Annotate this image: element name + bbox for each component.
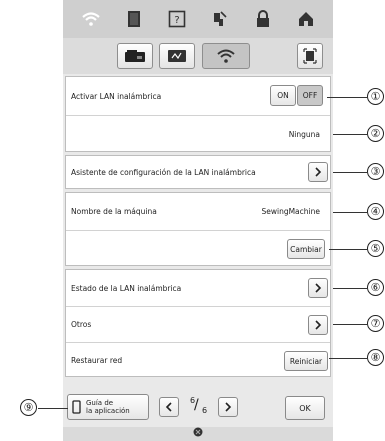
callout-5: ⑤	[367, 240, 384, 257]
footer-bar	[63, 427, 333, 441]
chevron-right-icon	[315, 320, 322, 330]
reset-button[interactable]: Reiniciar	[284, 351, 328, 371]
help-icon[interactable]: ?	[164, 7, 190, 31]
wlan-on-button[interactable]: ON	[270, 85, 296, 106]
status-row[interactable]: Estado de la LAN inalámbrica	[66, 270, 330, 306]
callout-line-3	[333, 172, 367, 173]
chevron-right-icon	[315, 167, 322, 177]
callout-6: ⑥	[367, 279, 384, 296]
wifi-settings-tab[interactable]	[202, 43, 250, 69]
others-row[interactable]: Otros	[66, 306, 330, 342]
wlan-enable-row: Activar LAN inalámbrica ON OFF	[66, 77, 330, 115]
machine-name-value: SewingMachine	[261, 207, 320, 216]
app-guide-button[interactable]: Guía de la aplicación	[67, 394, 149, 420]
embroidery-icon[interactable]	[159, 43, 195, 69]
callout-line-2	[333, 134, 367, 135]
app-guide-label: Guía de la aplicación	[86, 399, 130, 415]
settings-screen: ? Activar LAN inalámbrica ON OFF Ninguna…	[63, 0, 333, 441]
change-row: Cambiar	[66, 230, 330, 267]
prev-page-button[interactable]	[159, 397, 179, 417]
svg-text:?: ?	[174, 15, 179, 26]
callout-4: ④	[367, 203, 384, 220]
app-guide-line2: la aplicación	[86, 407, 130, 415]
callout-1: ①	[367, 88, 384, 105]
callout-9: ⑨	[20, 399, 37, 416]
callout-line-9	[38, 408, 68, 409]
callout-line-8	[329, 358, 367, 359]
next-page-button[interactable]	[218, 397, 238, 417]
wizard-panel: Asistente de configuración de la LAN ina…	[65, 155, 331, 189]
wlan-off-button[interactable]: OFF	[297, 85, 323, 106]
callout-line-6	[333, 288, 367, 289]
chevron-left-icon	[165, 402, 172, 412]
machine-name-row: Nombre de la máquina SewingMachine	[66, 193, 330, 230]
options-panel: Estado de la LAN inalámbrica Otros Resta…	[65, 269, 331, 377]
reset-label: Restaurar red	[71, 356, 123, 365]
wizard-arrow-button[interactable]	[308, 162, 328, 182]
bottom-bar: Guía de la aplicación 6 / 6 OK	[63, 390, 333, 426]
network-row: Ninguna	[66, 115, 330, 153]
wifi-icon[interactable]	[78, 7, 104, 31]
page-total: 6	[202, 406, 208, 415]
document-icon[interactable]	[121, 7, 147, 31]
callout-7: ⑦	[367, 315, 384, 332]
wlan-panel: Activar LAN inalámbrica ON OFF Ninguna	[65, 76, 331, 152]
wifi-icon	[217, 49, 235, 63]
threading-icon[interactable]	[207, 7, 233, 31]
wizard-row[interactable]: Asistente de configuración de la LAN ina…	[66, 156, 330, 188]
reset-row: Restaurar red Reiniciar	[66, 342, 330, 378]
app-guide-line1: Guía de	[86, 399, 114, 407]
smartphone-icon	[72, 400, 81, 414]
page-indicator: 6 / 6	[184, 396, 214, 418]
mode-tabs	[63, 38, 333, 74]
chevron-right-icon	[315, 283, 322, 293]
callout-line-1	[327, 97, 367, 98]
machine-name-panel: Nombre de la máquina SewingMachine Cambi…	[65, 192, 331, 266]
network-name-value: Ninguna	[288, 130, 320, 139]
callout-3: ③	[367, 163, 384, 180]
lock-icon[interactable]	[250, 7, 276, 31]
wlan-enable-label: Activar LAN inalámbrica	[71, 91, 162, 101]
others-label: Otros	[71, 320, 92, 329]
callout-line-7	[333, 324, 367, 325]
top-toolbar: ?	[63, 0, 333, 38]
status-label: Estado de la LAN inalámbrica	[71, 283, 182, 293]
others-arrow-button[interactable]	[308, 315, 328, 335]
home-icon[interactable]	[293, 7, 319, 31]
callout-8: ⑧	[367, 349, 384, 366]
ok-button[interactable]: OK	[285, 396, 325, 420]
callout-2: ②	[367, 125, 384, 142]
machine-name-label: Nombre de la máquina	[71, 207, 157, 216]
page-slash: /	[194, 397, 199, 413]
callout-line-5	[329, 249, 367, 250]
wizard-label: Asistente de configuración de la LAN ina…	[71, 167, 256, 177]
sewing-machine-icon[interactable]	[117, 43, 153, 69]
callout-line-4	[333, 212, 367, 213]
status-arrow-button[interactable]	[308, 278, 328, 298]
fit-screen-icon[interactable]	[297, 43, 323, 69]
change-button[interactable]: Cambiar	[287, 239, 325, 259]
chevron-right-icon	[225, 402, 232, 412]
needle-position-icon	[193, 427, 203, 437]
